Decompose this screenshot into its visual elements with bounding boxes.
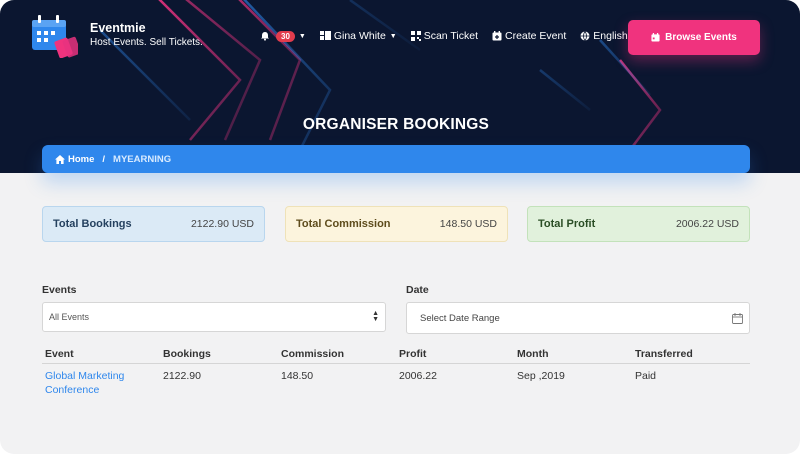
date-range-placeholder: Select Date Range (420, 312, 500, 324)
header-commission: Commission (281, 348, 345, 360)
user-name: Gina White (333, 30, 386, 42)
breadcrumb-home-label: Home (68, 153, 95, 165)
event-name-line2[interactable]: Conference (45, 383, 160, 397)
browse-events-label: Browse Events (665, 32, 737, 43)
total-bookings-card: Total Bookings 2122.90 USD (42, 206, 265, 242)
date-range-input[interactable]: Select Date Range (406, 302, 750, 334)
calendar-icon (732, 312, 743, 324)
row-profit: 2006.22 (399, 370, 437, 382)
app-frame: Eventmie Host Events. Sell Tickets. 30 ▼… (0, 0, 800, 454)
notification-count-badge: 30 (276, 30, 295, 42)
breadcrumb-separator: / (102, 153, 106, 165)
user-menu[interactable]: Gina White ▼ (319, 30, 397, 42)
home-icon (55, 154, 65, 164)
calendar-plus-icon (492, 31, 502, 41)
brand-name: Eventmie (90, 21, 146, 35)
total-bookings-value: 2122.90 USD (190, 218, 254, 230)
qrcode-icon (410, 31, 421, 41)
header-event: Event (45, 348, 74, 360)
brand-tagline: Host Events. Sell Tickets. (90, 37, 203, 48)
total-commission-value: 148.50 USD (439, 218, 497, 230)
globe-icon (580, 31, 590, 41)
scan-ticket-label: Scan Ticket (423, 30, 478, 42)
create-event-label: Create Event (505, 30, 567, 42)
language-label: English (593, 30, 628, 42)
create-event-link[interactable]: Create Event (492, 30, 566, 42)
row-transferred: Paid (635, 370, 657, 382)
header-bookings: Bookings (163, 348, 211, 360)
chevron-down-icon: ▼ (298, 32, 306, 40)
scan-ticket-link[interactable]: Scan Ticket (410, 30, 478, 42)
total-bookings-label: Total Bookings (53, 218, 132, 230)
user-grid-icon (319, 31, 331, 41)
brand[interactable]: Eventmie Host Events. Sell Tickets. (30, 12, 203, 58)
top-nav: 30 ▼ Gina White ▼ Scan Ticket Create Eve… (260, 30, 639, 42)
total-profit-label: Total Profit (538, 218, 596, 230)
events-select-value: All Events (49, 312, 90, 322)
earnings-table: Event Bookings Commission Profit Month T… (42, 345, 750, 397)
select-arrows-icon: ▲ ▼ (372, 310, 379, 323)
row-bookings: 2122.90 (163, 370, 201, 382)
notifications-menu[interactable]: 30 ▼ (260, 30, 306, 42)
event-link[interactable]: Global Marketing Conference (42, 369, 160, 397)
total-commission-card: Total Commission 148.50 USD (285, 206, 508, 242)
events-filter-label: Events (42, 284, 77, 296)
breadcrumb: Home / MYEARNING (42, 145, 750, 173)
row-commission: 148.50 (281, 370, 314, 382)
calendar-icon (651, 33, 660, 42)
total-profit-value: 2006.22 USD (675, 218, 739, 230)
calendar-tickets-logo (32, 15, 78, 58)
total-commission-label: Total Commission (296, 218, 391, 230)
breadcrumb-current: MYEARNING (113, 153, 172, 165)
bell-icon (260, 31, 270, 41)
header-transferred: Transferred (635, 348, 693, 360)
page-title: ORGANISER BOOKINGS (302, 116, 490, 133)
header-profit: Profit (399, 348, 427, 360)
event-name-line1[interactable]: Global Marketing (45, 369, 160, 383)
table-header-row: Event Bookings Commission Profit Month T… (42, 345, 750, 364)
browse-events-button[interactable]: Browse Events (628, 20, 760, 55)
breadcrumb-home[interactable]: Home (55, 154, 94, 165)
chevron-down-icon: ▼ (389, 32, 397, 40)
total-profit-card: Total Profit 2006.22 USD (527, 206, 750, 242)
table-row: Global Marketing Conference 2122.90 148.… (42, 364, 750, 397)
date-filter-label: Date (406, 284, 429, 296)
events-select[interactable]: All Events ▲ ▼ (42, 302, 386, 332)
header-month: Month (517, 348, 549, 360)
row-month: Sep ,2019 (517, 370, 565, 382)
